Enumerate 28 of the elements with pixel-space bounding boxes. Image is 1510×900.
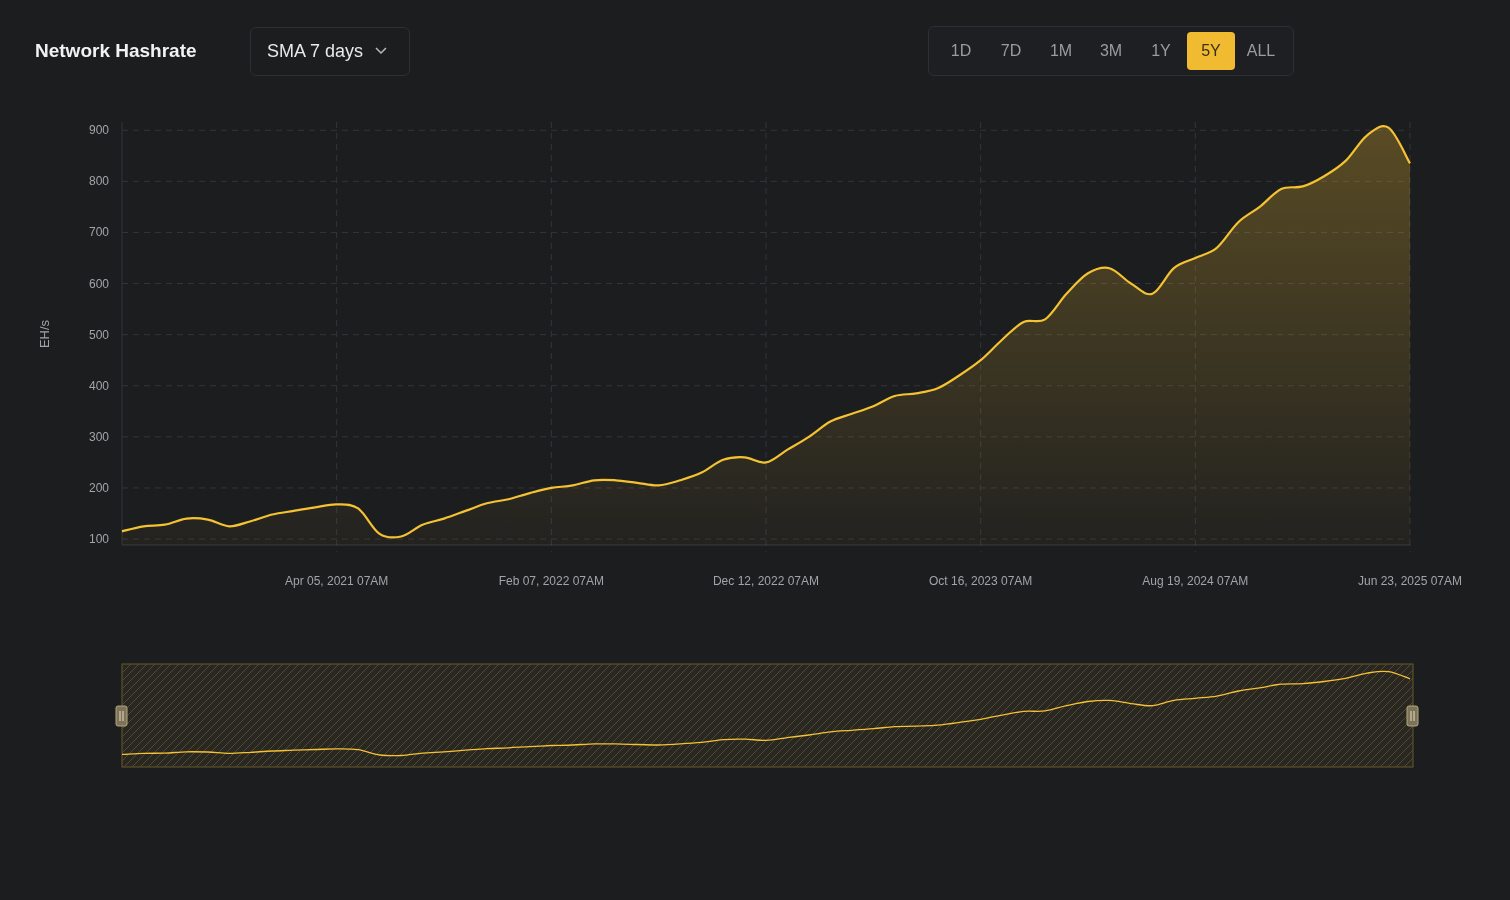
y-tick-label: 200 bbox=[88, 480, 109, 495]
range-tab[interactable]: 1M bbox=[1037, 32, 1085, 70]
x-tick-label: Apr 05, 2021 07AM bbox=[284, 574, 389, 588]
x-tick-label: Aug 19, 2024 07AM bbox=[1142, 574, 1249, 588]
y-tick-label: 400 bbox=[88, 378, 109, 393]
y-tick-label: 600 bbox=[88, 276, 109, 291]
x-tick-label: Oct 16, 2023 07AM bbox=[928, 574, 1033, 588]
range-tab[interactable]: 3M bbox=[1087, 32, 1135, 70]
y-axis-title: EH/s bbox=[37, 319, 52, 349]
y-tick-label: 800 bbox=[88, 174, 109, 189]
x-tick-label: Jun 23, 2025 07AM bbox=[1357, 574, 1463, 588]
y-tick-label: 300 bbox=[88, 429, 109, 444]
y-tick-label: 900 bbox=[88, 123, 109, 138]
range-handle[interactable] bbox=[115, 705, 128, 727]
chart-title: Network Hashrate bbox=[35, 40, 198, 62]
y-tick-label: 500 bbox=[88, 327, 109, 342]
range-tab[interactable]: 5Y bbox=[1187, 32, 1235, 70]
range-tab[interactable]: ALL bbox=[1237, 32, 1285, 70]
smoothing-dropdown[interactable]: SMA 7 days bbox=[250, 26, 410, 76]
x-tick-label: Feb 07, 2022 07AM bbox=[498, 574, 605, 588]
chevron-down-icon bbox=[375, 47, 388, 55]
range-tab[interactable]: 7D bbox=[987, 32, 1035, 70]
y-tick-label: 700 bbox=[88, 225, 109, 240]
y-tick-label: 100 bbox=[88, 532, 109, 547]
x-tick-label: Dec 12, 2022 07AM bbox=[712, 574, 820, 588]
range-tab[interactable]: 1Y bbox=[1137, 32, 1185, 70]
range-tab[interactable]: 1D bbox=[937, 32, 985, 70]
range-handle[interactable] bbox=[1406, 705, 1419, 727]
